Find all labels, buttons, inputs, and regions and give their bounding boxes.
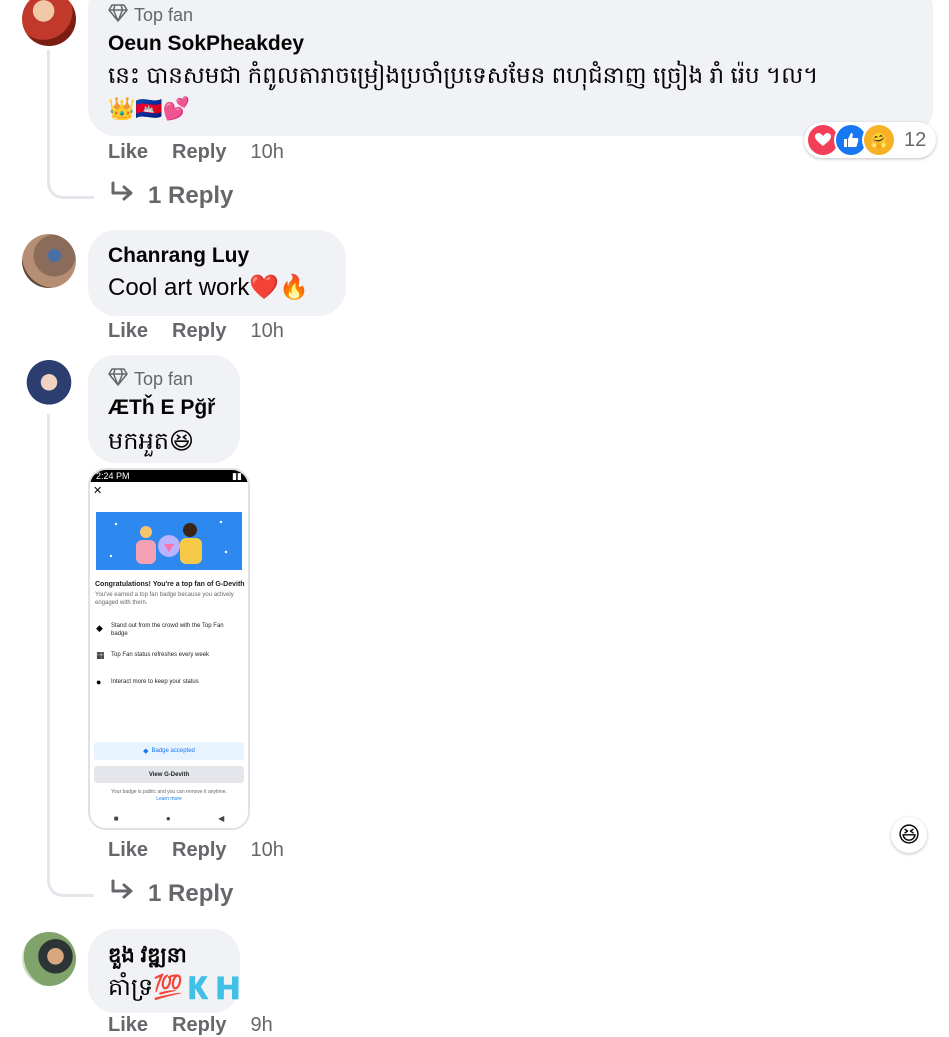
attachment-heading: Congratulations! You're a top fan of G-D…: [95, 581, 245, 588]
view-replies-link[interactable]: 1 Reply: [110, 879, 233, 908]
comment-text: មកអួត😆: [108, 428, 194, 455]
attachment-item: Top Fan status refreshes every week: [111, 652, 210, 658]
reply-button[interactable]: Reply: [172, 141, 226, 164]
recent-apps-icon[interactable]: ■: [114, 814, 119, 823]
reply-arrow-icon: [110, 879, 136, 908]
reply-button[interactable]: Reply: [172, 320, 226, 343]
top-fan-label: Top fan: [134, 5, 194, 25]
diamond-icon: ◆: [143, 748, 149, 755]
avatar[interactable]: [22, 234, 76, 288]
calendar-icon: ▦: [96, 650, 105, 660]
battery-icon: ▮▮: [232, 470, 242, 481]
comment-actions: Like Reply 10h: [108, 839, 284, 862]
diamond-icon: [108, 368, 128, 391]
learn-more-link[interactable]: Learn more: [94, 796, 244, 802]
top-fan-badge[interactable]: Top fan: [108, 4, 193, 27]
diamond-icon: [108, 4, 128, 27]
attachment-footer: Your badge is public and you can remove …: [111, 789, 227, 795]
chat-icon: ●: [96, 677, 102, 687]
like-button[interactable]: Like: [108, 320, 148, 343]
diamond-icon: ◆: [96, 623, 103, 633]
like-button[interactable]: Like: [108, 141, 148, 164]
care-reaction-icon: 🤗: [862, 123, 896, 157]
reply-button[interactable]: Reply: [172, 839, 226, 862]
badge-accepted-button[interactable]: ◆ Badge accepted: [94, 742, 244, 760]
comment-author[interactable]: Oeun SokPheakdey: [108, 32, 304, 56]
view-page-label: View G-Devith: [148, 771, 190, 778]
comment-actions: Like Reply 10h: [108, 320, 284, 343]
view-page-button[interactable]: View G-Devith: [94, 766, 244, 783]
laughing-reaction-icon[interactable]: 😆: [891, 817, 927, 853]
comment-image-attachment[interactable]: 2:24 PM ▮▮ ✕ Congratulations! You're a t…: [88, 468, 250, 830]
comment-timestamp[interactable]: 10h: [251, 320, 284, 343]
illustration-banner: [96, 512, 242, 570]
attachment-item: Interact more to keep your status: [111, 679, 199, 685]
reply-button[interactable]: Reply: [172, 1014, 226, 1037]
badge-accepted-label: Badge accepted: [151, 748, 195, 754]
avatar[interactable]: [22, 932, 76, 986]
reply-arrow-icon: [110, 181, 136, 210]
avatar[interactable]: [22, 0, 76, 46]
reaction-summary[interactable]: 🤗 12: [804, 122, 937, 158]
attachment-subtext: You've earned a top fan badge because yo…: [95, 592, 234, 606]
comment-emojis: 👑🇰🇭💕: [108, 96, 191, 121]
comment-author[interactable]: Chanrang Luy: [108, 244, 249, 268]
comment-actions: Like Reply 10h: [108, 141, 284, 164]
comment-text: គាំទ្រ💯🇰🇭: [108, 974, 243, 1001]
replies-count: 1 Reply: [148, 181, 234, 209]
home-icon[interactable]: ●: [166, 814, 171, 823]
close-icon[interactable]: ✕: [93, 484, 102, 497]
view-replies-link[interactable]: 1 Reply: [110, 181, 233, 210]
attachment-item: Stand out from the crowd with the Top Fa…: [111, 623, 224, 637]
thread-connector: [47, 50, 94, 199]
like-button[interactable]: Like: [108, 839, 148, 862]
phone-status-bar: 2:24 PM ▮▮: [90, 470, 248, 482]
top-fan-badge[interactable]: Top fan: [108, 368, 193, 391]
status-time: 2:24 PM: [96, 471, 130, 481]
back-icon[interactable]: ◀: [218, 814, 224, 823]
comment-text: Cool art work❤️🔥: [108, 274, 310, 301]
avatar[interactable]: [22, 358, 76, 412]
comment-timestamp[interactable]: 10h: [251, 141, 284, 164]
comment-timestamp[interactable]: 9h: [251, 1014, 273, 1037]
replies-count: 1 Reply: [148, 879, 234, 907]
comment-timestamp[interactable]: 10h: [251, 839, 284, 862]
android-nav-bar: ■ ● ◀: [90, 812, 248, 824]
top-fan-label: Top fan: [134, 369, 194, 389]
comment-actions: Like Reply 9h: [108, 1014, 273, 1037]
comment-text: នេះ បានសមជា កំពូលតារាចម្រៀងប្រចាំប្រទេសម…: [108, 62, 819, 88]
comment-author[interactable]: ÆTȟ E Pğř: [108, 396, 215, 420]
comment-author[interactable]: ឌួង វឌ្ឍនា: [108, 942, 187, 973]
reaction-count: 12: [904, 128, 927, 151]
like-button[interactable]: Like: [108, 1014, 148, 1037]
thread-connector: [47, 414, 94, 897]
